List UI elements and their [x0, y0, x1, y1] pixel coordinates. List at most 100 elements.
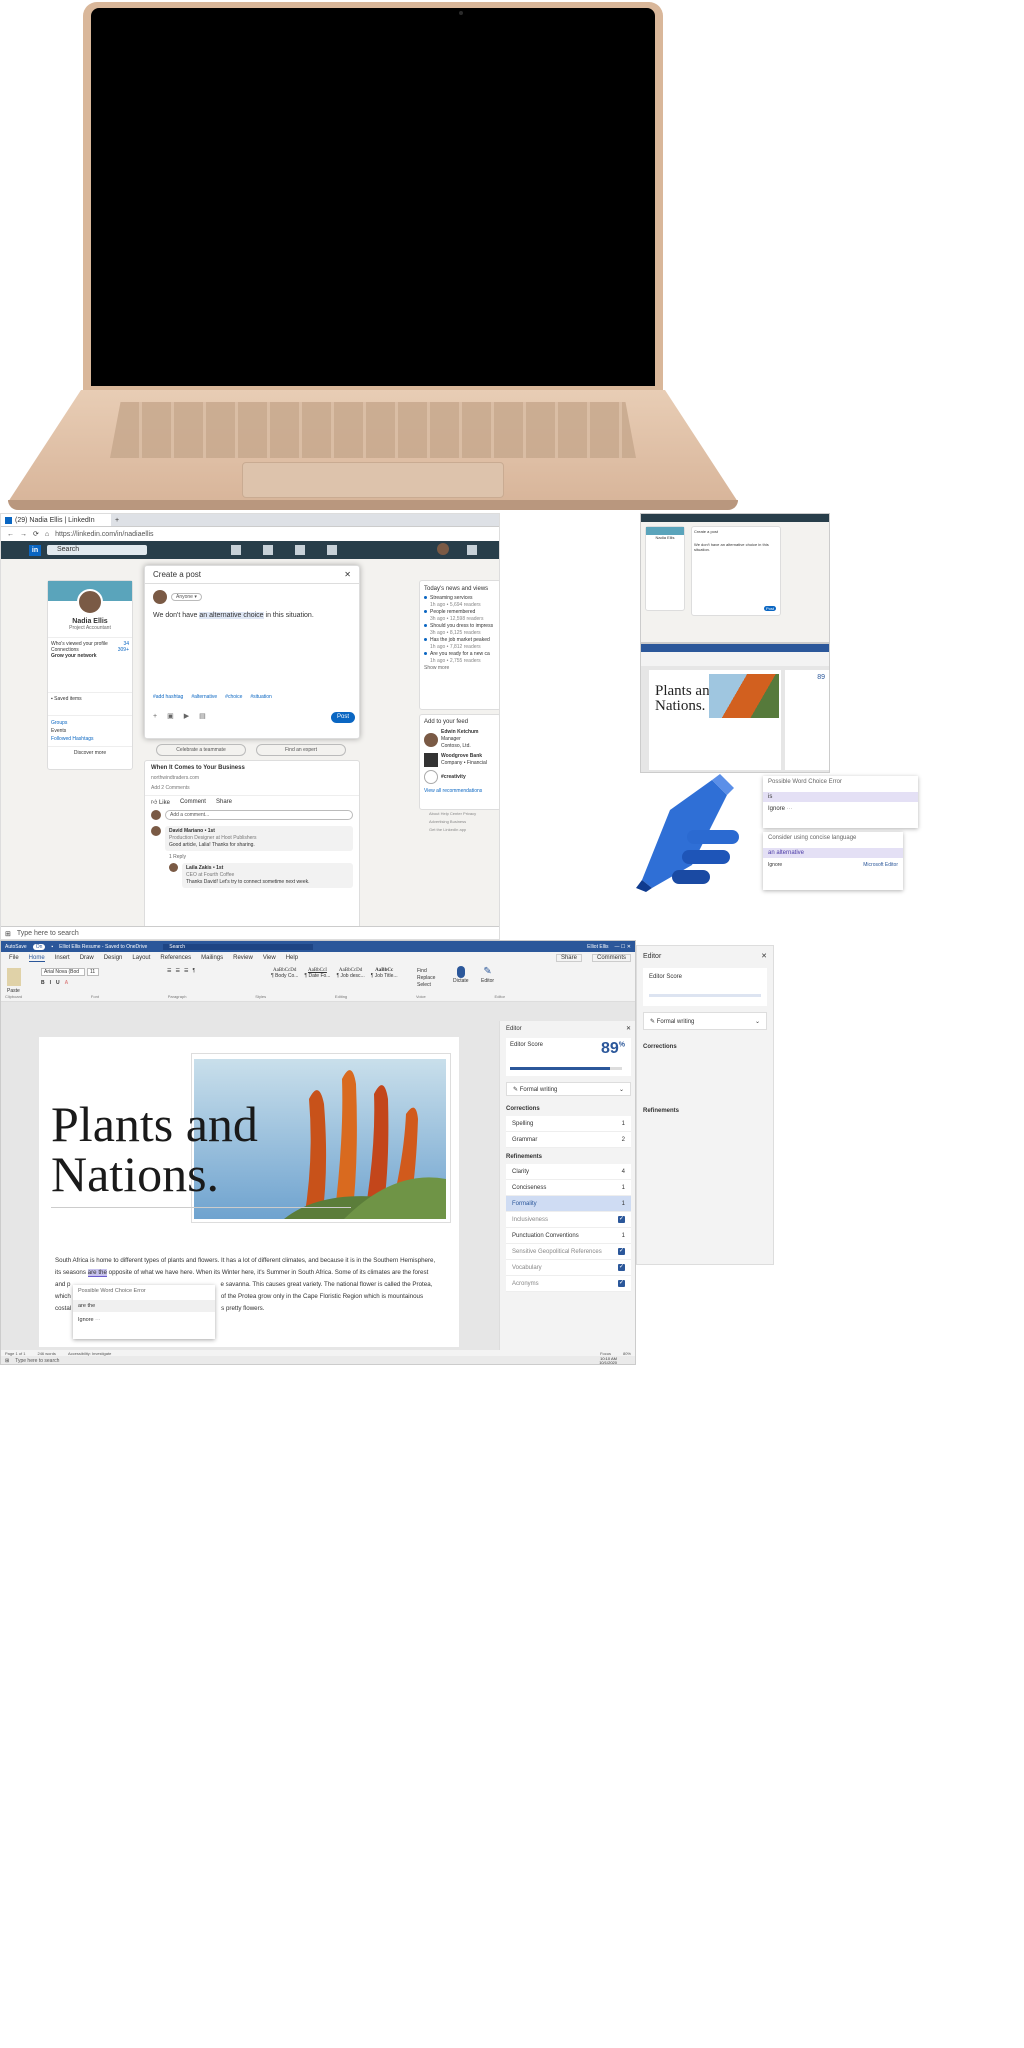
tab-design[interactable]: Design: [104, 955, 123, 961]
add-icon[interactable]: +: [153, 713, 157, 720]
style-body[interactable]: AaBbCcDd ¶ Body Co...: [271, 968, 298, 979]
news-item[interactable]: Streaming services 1h ago • 5,694 readers: [424, 594, 496, 608]
refinement-acronyms[interactable]: Acronyms ✓: [506, 1276, 631, 1292]
celebrate-button[interactable]: Celebrate a teammate: [156, 744, 246, 756]
post-button[interactable]: Post: [331, 712, 355, 723]
save-icon[interactable]: ▪: [51, 944, 53, 950]
popup-ignore[interactable]: Ignore ···: [73, 1312, 215, 1328]
correction-grammar[interactable]: Grammar 2: [506, 1132, 631, 1148]
tab-draw[interactable]: Draw: [80, 955, 94, 961]
style-job-title[interactable]: AaBbCc ¶ Job Title...: [371, 968, 398, 979]
comment-input[interactable]: Add a comment...: [165, 810, 353, 820]
writing-style-dropdown[interactable]: ✎ Formal writing ⌄: [643, 1012, 767, 1030]
like-button[interactable]: 👍︎ Like: [151, 798, 170, 806]
window-controls[interactable]: — ☐ ✕: [615, 944, 631, 950]
close-icon[interactable]: ✕: [344, 570, 351, 579]
windows-icon[interactable]: ⊞: [5, 930, 11, 938]
italic-icon[interactable]: I: [50, 980, 51, 986]
select-button[interactable]: Select: [417, 982, 435, 989]
zoom-level[interactable]: 80%: [623, 1351, 631, 1356]
search-input[interactable]: Search: [47, 545, 147, 555]
hashtag-3[interactable]: #situation: [250, 694, 271, 700]
groups-link[interactable]: Groups: [51, 719, 129, 727]
taskbar-search[interactable]: Type here to search: [15, 1358, 135, 1364]
find-expert-button[interactable]: Find an expert: [256, 744, 346, 756]
close-icon[interactable]: ✕: [761, 952, 767, 960]
network-nav-icon[interactable]: [263, 545, 273, 555]
word-count[interactable]: 246 words: [37, 1351, 55, 1356]
highlighted-phrase[interactable]: an alternative choice: [199, 612, 264, 619]
article-title[interactable]: When It Comes to Your Business: [145, 761, 359, 775]
replace-button[interactable]: Replace: [417, 975, 435, 982]
hashtag-2[interactable]: #choice: [225, 694, 242, 700]
taskbar-search[interactable]: Type here to search: [17, 930, 79, 937]
popup-ignore[interactable]: Ignore ···: [763, 802, 918, 816]
highlight-icon[interactable]: A: [65, 980, 69, 986]
video-icon[interactable]: ▶: [184, 712, 189, 720]
refinement-inclusiveness[interactable]: Inclusiveness ✓: [506, 1212, 631, 1228]
tab-insert[interactable]: Insert: [55, 955, 70, 961]
comments-button[interactable]: Comments: [591, 954, 631, 962]
find-button[interactable]: Find: [417, 968, 435, 975]
hashtag-0[interactable]: #add hashtag: [153, 694, 183, 700]
tab-mailings[interactable]: Mailings: [201, 955, 223, 961]
share-button[interactable]: Share: [555, 954, 582, 962]
style-date[interactable]: AaBbCcI ¶ Date Fo...: [304, 968, 330, 979]
hashtag-1[interactable]: #alternative: [191, 694, 217, 700]
flagged-phrase[interactable]: are the: [87, 1269, 107, 1277]
url-field[interactable]: https://linkedin.com/in/nadiaellis: [55, 531, 153, 538]
refinement-punctuation[interactable]: Punctuation Conventions 1: [506, 1228, 631, 1244]
avatar[interactable]: [437, 543, 449, 555]
user-name[interactable]: Elliot Ellis: [587, 944, 608, 950]
hashtags-link[interactable]: Followed Hashtags: [51, 735, 129, 743]
bold-icon[interactable]: B: [41, 980, 45, 986]
popup-suggestion[interactable]: are the: [73, 1300, 215, 1312]
refresh-icon[interactable]: ⟳: [33, 530, 39, 538]
news-item[interactable]: Has the job market peaked 1h ago • 7,812 …: [424, 636, 496, 650]
writing-style-dropdown[interactable]: ✎ Formal writing ⌄: [506, 1082, 631, 1096]
indent-icon[interactable]: ☰: [184, 968, 188, 974]
refinement-geopolitical[interactable]: Sensitive Geopolitical References ✓: [506, 1244, 631, 1260]
refinement-conciseness[interactable]: Conciseness 1: [506, 1180, 631, 1196]
tab-review[interactable]: Review: [233, 955, 253, 961]
photo-icon[interactable]: ▣: [167, 712, 174, 720]
tab-file[interactable]: File: [9, 955, 19, 961]
new-tab-icon[interactable]: +: [115, 517, 119, 524]
jobs-nav-icon[interactable]: [295, 545, 305, 555]
autosave-toggle[interactable]: On: [32, 943, 46, 950]
grow-network[interactable]: Grow your network: [51, 653, 129, 659]
focus-button[interactable]: Focus: [600, 1351, 611, 1356]
profile-name[interactable]: Nadia Ellis: [48, 618, 132, 625]
view-recommendations[interactable]: View all recommendations: [424, 788, 496, 795]
comment-count[interactable]: Add 2 Comments: [145, 781, 359, 795]
tab-references[interactable]: References: [160, 955, 191, 961]
style-job-desc[interactable]: AaBbCcDd ¶ Job desc...: [336, 968, 364, 979]
tab-view[interactable]: View: [263, 955, 276, 961]
news-item[interactable]: Should you dress to impress 3h ago • 8,12…: [424, 622, 496, 636]
refinement-formality[interactable]: Formality 1: [506, 1196, 631, 1212]
share-button[interactable]: Share: [216, 799, 232, 805]
profile-avatar[interactable]: [77, 589, 103, 615]
work-grid-icon[interactable]: [467, 545, 477, 555]
forward-icon[interactable]: →: [20, 531, 27, 538]
search-box[interactable]: Search: [163, 943, 314, 950]
font-selector[interactable]: Arial Nova (Bod: [41, 968, 85, 976]
accessibility-status[interactable]: Accessibility: Investigate: [68, 1351, 111, 1356]
document-icon[interactable]: ▤: [199, 712, 206, 720]
paste-icon[interactable]: [7, 968, 21, 986]
clock[interactable]: 10:10 AM 10/1/2020: [599, 1357, 617, 1365]
popup-ignore[interactable]: Ignore: [768, 862, 782, 868]
popup-suggestion[interactable]: is: [763, 792, 918, 802]
pilcrow-icon[interactable]: ¶: [192, 968, 195, 974]
numbering-icon[interactable]: ☰: [175, 968, 179, 974]
browser-tab[interactable]: (29) Nadia Ellis | LinkedIn: [1, 514, 111, 526]
editor-button[interactable]: ✎ Editor: [481, 966, 494, 984]
refinement-clarity[interactable]: Clarity 4: [506, 1164, 631, 1180]
refinement-vocabulary[interactable]: Vocabulary ✓: [506, 1260, 631, 1276]
font-size-selector[interactable]: 11: [87, 968, 99, 976]
tab-home[interactable]: Home: [28, 955, 45, 962]
home-nav-icon[interactable]: [231, 545, 241, 555]
correction-spelling[interactable]: Spelling 1: [506, 1116, 631, 1132]
events-link[interactable]: Events: [51, 727, 129, 735]
saved-items[interactable]: ▪ Saved items: [48, 692, 132, 705]
